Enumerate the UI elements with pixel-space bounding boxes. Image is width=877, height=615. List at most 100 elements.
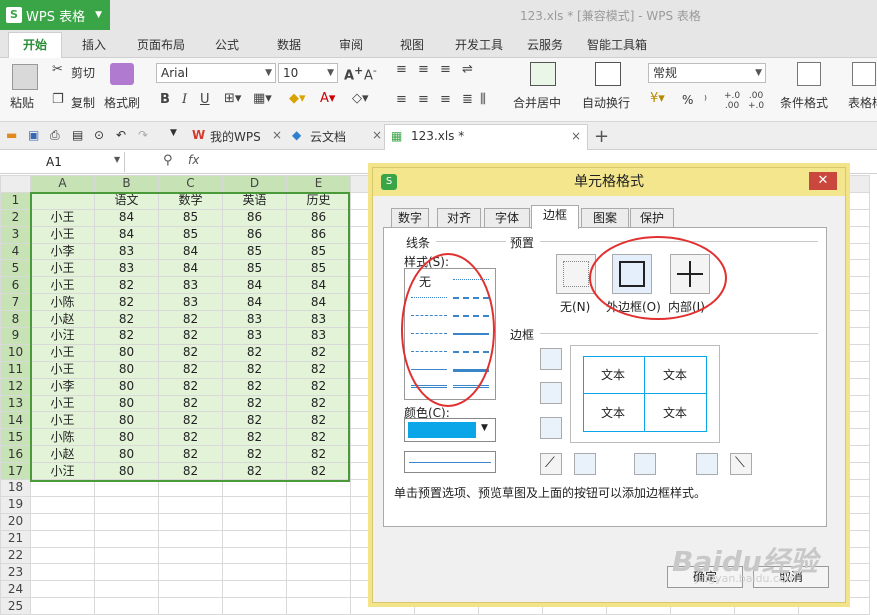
- line-style-none[interactable]: 无: [419, 273, 431, 290]
- cell[interactable]: 83: [158, 293, 223, 312]
- tab-number[interactable]: 数字: [391, 208, 429, 228]
- font-size-select[interactable]: 10 ▼: [278, 63, 338, 83]
- cell[interactable]: 83: [286, 310, 351, 329]
- cell[interactable]: 82: [158, 360, 223, 379]
- row-header[interactable]: 23: [0, 563, 31, 582]
- cell[interactable]: [158, 479, 223, 497]
- close-icon[interactable]: ×: [272, 128, 282, 142]
- line-style-option[interactable]: [411, 333, 447, 334]
- tab-protection[interactable]: 保护: [630, 208, 674, 228]
- wrap-text-button[interactable]: 自动换行: [582, 94, 630, 111]
- align-center-icon[interactable]: ≡: [418, 92, 429, 107]
- clear-format-icon[interactable]: ◇▾: [352, 91, 369, 106]
- line-style-option[interactable]: [411, 351, 447, 352]
- cell[interactable]: 83: [222, 327, 287, 345]
- align-top-icon[interactable]: ≡: [396, 62, 407, 77]
- cell[interactable]: [286, 479, 351, 497]
- cell[interactable]: 小赵: [30, 310, 95, 329]
- row-header[interactable]: 9: [0, 327, 31, 345]
- align-right-icon[interactable]: ≡: [440, 92, 451, 107]
- tab-cloud[interactable]: 云服务: [527, 36, 563, 53]
- line-style-option[interactable]: [411, 385, 447, 386]
- tab-cloud-docs[interactable]: 云文档: [310, 128, 346, 145]
- cell[interactable]: 82: [94, 310, 159, 329]
- cell[interactable]: 84: [158, 242, 223, 261]
- line-style-option[interactable]: [453, 333, 489, 335]
- row-header[interactable]: 17: [0, 462, 31, 481]
- row-header[interactable]: 1: [0, 191, 31, 210]
- font-color-icon[interactable]: A▾: [320, 91, 335, 106]
- cell[interactable]: 86: [286, 225, 351, 244]
- cell[interactable]: 82: [222, 428, 287, 447]
- align-left-icon[interactable]: ≡: [396, 92, 407, 107]
- row-header[interactable]: 4: [0, 242, 31, 261]
- cell[interactable]: 小李: [30, 242, 95, 261]
- conditional-format-button[interactable]: 条件格式: [780, 94, 828, 111]
- cell[interactable]: 小王: [30, 411, 95, 430]
- cell[interactable]: 小王: [30, 360, 95, 379]
- cell[interactable]: 80: [94, 428, 159, 447]
- cell[interactable]: [158, 512, 223, 531]
- cell[interactable]: 80: [94, 445, 159, 464]
- clipboard-icon[interactable]: [12, 64, 38, 90]
- cell[interactable]: [286, 529, 351, 548]
- tab-home[interactable]: 开始: [8, 32, 63, 58]
- cell[interactable]: 82: [222, 462, 287, 481]
- close-icon[interactable]: ✕: [809, 172, 837, 190]
- cell[interactable]: [30, 580, 95, 599]
- cell[interactable]: 82: [94, 327, 159, 345]
- chevron-down-icon[interactable]: ▼: [170, 128, 177, 138]
- cell[interactable]: 82: [286, 445, 351, 464]
- cell[interactable]: 80: [94, 377, 159, 396]
- cut-button[interactable]: 剪切: [71, 64, 95, 81]
- column-header[interactable]: E: [286, 175, 351, 193]
- tab-insert[interactable]: 插入: [82, 36, 106, 53]
- cell[interactable]: 83: [222, 310, 287, 329]
- row-header[interactable]: 13: [0, 394, 31, 413]
- cell[interactable]: 84: [286, 276, 351, 295]
- tab-alignment[interactable]: 对齐: [437, 208, 481, 228]
- cell[interactable]: [30, 479, 95, 497]
- cell[interactable]: [94, 529, 159, 548]
- cell[interactable]: 82: [158, 310, 223, 329]
- cell[interactable]: [286, 495, 351, 514]
- cell[interactable]: 82: [158, 462, 223, 481]
- line-style-option[interactable]: [411, 297, 447, 298]
- cell[interactable]: [222, 512, 287, 531]
- cell[interactable]: 英语: [222, 191, 287, 210]
- tab-view[interactable]: 视图: [400, 36, 424, 53]
- cell[interactable]: 小王: [30, 208, 95, 227]
- decrease-decimal-icon[interactable]: .00 +.0: [748, 91, 764, 111]
- line-style-option[interactable]: [453, 315, 489, 317]
- shrink-font-icon[interactable]: A-: [364, 64, 377, 83]
- cell[interactable]: 84: [222, 293, 287, 312]
- cell[interactable]: 83: [286, 327, 351, 345]
- tab-font[interactable]: 字体: [484, 208, 530, 228]
- row-header[interactable]: 11: [0, 360, 31, 379]
- cell[interactable]: 86: [222, 225, 287, 244]
- cell[interactable]: 85: [222, 242, 287, 261]
- cell[interactable]: 小王: [30, 225, 95, 244]
- column-header[interactable]: A: [30, 175, 95, 193]
- cell[interactable]: 80: [94, 462, 159, 481]
- cell[interactable]: [286, 512, 351, 531]
- line-style-list[interactable]: 无: [404, 268, 496, 400]
- row-header[interactable]: 5: [0, 259, 31, 278]
- name-box[interactable]: A1: [0, 152, 125, 172]
- border-preview[interactable]: 文本 文本 文本 文本: [570, 345, 720, 443]
- line-style-option[interactable]: [453, 279, 489, 280]
- cell[interactable]: [286, 546, 351, 565]
- cell[interactable]: 84: [158, 259, 223, 278]
- search-icon[interactable]: ⚲: [163, 153, 173, 168]
- select-all-corner[interactable]: [0, 175, 31, 193]
- cell[interactable]: [158, 495, 223, 514]
- tab-developer[interactable]: 开发工具: [455, 36, 503, 53]
- cell[interactable]: 82: [222, 377, 287, 396]
- cell[interactable]: [286, 580, 351, 599]
- merge-center-button[interactable]: 合并居中: [513, 94, 561, 111]
- cell[interactable]: 84: [286, 293, 351, 312]
- cell[interactable]: 小汪: [30, 327, 95, 345]
- cell[interactable]: 82: [222, 360, 287, 379]
- comma-button[interactable]: ⁾: [704, 93, 707, 107]
- grow-font-icon[interactable]: A+: [344, 64, 363, 83]
